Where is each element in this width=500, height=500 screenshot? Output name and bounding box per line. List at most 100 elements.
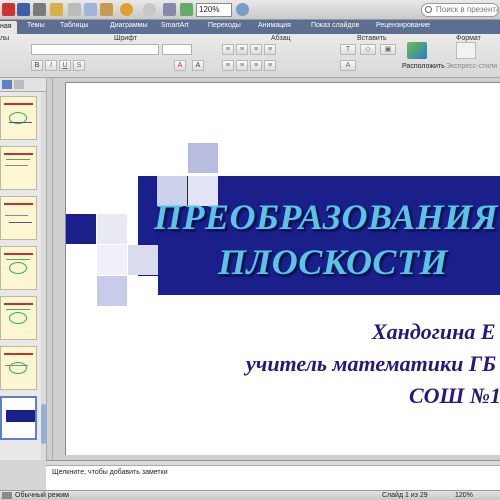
view-switcher — [0, 78, 46, 92]
status-bar: Обычный режим Слайд 1 из 29 120% — [0, 490, 500, 500]
zoom-select[interactable]: 120% — [196, 3, 232, 17]
quick-styles-icon[interactable] — [456, 42, 476, 59]
undo-icon[interactable] — [120, 3, 133, 16]
slide-thumbnail[interactable] — [0, 296, 37, 340]
zoom-value: 120% — [199, 5, 220, 14]
numbering-button[interactable]: ≡ — [236, 44, 248, 55]
decor-square — [128, 245, 158, 275]
slide-title-line-2: ПЛОСКОСТИ — [218, 242, 448, 282]
group-label-paragraph: Абзац — [271, 35, 291, 42]
align-center-button[interactable]: ≡ — [236, 60, 248, 71]
decor-square — [97, 245, 127, 275]
author-school: СОШ №1 — [409, 383, 500, 408]
pane-splitter[interactable] — [46, 78, 53, 460]
font-name-field[interactable] — [31, 44, 159, 55]
outline-view-icon[interactable] — [14, 80, 24, 89]
redo-icon[interactable] — [143, 3, 156, 16]
thumb-line — [4, 303, 33, 305]
thumb-line — [6, 309, 30, 310]
align-right-button[interactable]: ≡ — [250, 60, 262, 71]
group-label-insert: Вставить — [357, 35, 387, 42]
thumb-line — [4, 353, 33, 355]
open-icon[interactable] — [50, 3, 63, 16]
wordart-button[interactable]: A — [340, 60, 356, 71]
text-box-button[interactable]: T — [340, 44, 356, 55]
status-zoom[interactable]: 120% — [455, 492, 473, 499]
italic-button[interactable]: I — [45, 60, 57, 71]
thumb-figure — [9, 312, 27, 324]
tab-review[interactable]: Рецензирование — [376, 22, 430, 29]
tab-themes[interactable]: Темы — [27, 22, 45, 29]
media-icon[interactable] — [180, 3, 193, 16]
highlight-button[interactable]: A — [192, 60, 204, 71]
decor-square — [97, 276, 127, 306]
slide-counter: Слайд 1 из 29 — [382, 492, 428, 499]
thumb-line — [5, 215, 28, 216]
group-label-slides: лы — [0, 35, 10, 42]
strikethrough-button[interactable]: S — [73, 60, 85, 71]
tab-animation[interactable]: Анимация — [258, 22, 291, 29]
decor-square — [188, 143, 218, 173]
help-icon[interactable] — [236, 3, 249, 16]
notes-pane[interactable]: Щелкните, чтобы добавить заметки — [46, 460, 500, 490]
slide-thumbnail[interactable] — [0, 146, 37, 190]
thumb-band — [6, 410, 35, 422]
bold-button[interactable]: B — [31, 60, 43, 71]
scissors-icon[interactable] — [68, 3, 81, 16]
tab-slide-show[interactable]: Показ слайдов — [311, 22, 359, 29]
thumb-line — [4, 203, 33, 205]
thumb-line — [5, 165, 28, 166]
tab-smartart[interactable]: SmartArt — [161, 22, 189, 29]
arrange-icon[interactable] — [407, 42, 427, 59]
ribbon-tab-bar: ная Темы Таблицы Диаграммы SmartArt Пере… — [0, 20, 500, 34]
group-label-font: Шрифт — [114, 35, 138, 42]
font-size-field[interactable] — [162, 44, 192, 55]
slide-thumbnail[interactable] — [0, 246, 37, 290]
view-mode-icon[interactable] — [2, 492, 12, 499]
search-input[interactable]: Поиск в презентации — [421, 3, 499, 17]
bullets-button[interactable]: ≡ — [222, 44, 234, 55]
slide-thumbnail[interactable] — [0, 96, 37, 140]
quick-styles-button[interactable]: Экспресс-стили — [446, 63, 497, 70]
slide-thumbnail[interactable] — [0, 196, 37, 240]
slide-canvas[interactable]: ПРЕОБРАЗОВАНИЯ ПЛОСКОСТИ Хандогина Е учи… — [65, 82, 500, 455]
copy-icon[interactable] — [84, 3, 97, 16]
thumb-figure — [9, 362, 27, 374]
tab-transitions[interactable]: Переходы — [208, 22, 241, 29]
align-left-button[interactable]: ≡ — [222, 60, 234, 71]
tab-charts[interactable]: Диаграммы — [110, 22, 148, 29]
indent-increase-button[interactable]: ≡ — [264, 44, 276, 55]
thumb-line — [5, 365, 28, 366]
indent-decrease-button[interactable]: ≡ — [250, 44, 262, 55]
standard-toolbar: 120% Поиск в презентации — [0, 0, 500, 20]
tab-tables[interactable]: Таблицы — [60, 22, 89, 29]
gallery-icon[interactable] — [163, 3, 176, 16]
arrange-button[interactable]: Расположить — [402, 63, 445, 70]
justify-button[interactable]: ≡ — [264, 60, 276, 71]
new-slide-icon[interactable] — [2, 3, 15, 16]
paste-icon[interactable] — [100, 3, 113, 16]
print-icon[interactable] — [33, 3, 46, 16]
underline-button[interactable]: U — [59, 60, 71, 71]
decor-square — [128, 276, 158, 306]
slide-thumbnails-pane — [0, 92, 46, 460]
slide-thumbnail[interactable] — [0, 346, 37, 390]
thumb-line — [4, 103, 33, 105]
shape-button[interactable]: ◇ — [360, 44, 376, 55]
author-position: учитель математики ГБ — [246, 351, 497, 376]
decor-square — [66, 214, 96, 244]
thumb-line — [4, 253, 33, 255]
notes-placeholder: Щелкните, чтобы добавить заметки — [52, 469, 168, 476]
thumb-line — [6, 259, 30, 260]
picture-button[interactable]: ▣ — [380, 44, 396, 55]
ribbon: лы Шрифт Абзац Вставить Формат B I U S A… — [0, 34, 500, 78]
notes-resize-grip[interactable] — [46, 461, 500, 466]
save-icon[interactable] — [17, 3, 30, 16]
slide-title-line-1: ПРЕОБРАЗОВАНИЯ — [154, 197, 499, 237]
tab-home[interactable]: ная — [0, 21, 17, 34]
slide-thumbnail-current[interactable] — [0, 396, 37, 440]
slides-view-icon[interactable] — [2, 80, 12, 89]
search-placeholder: Поиск в презентации — [436, 5, 498, 14]
font-color-button[interactable]: A — [174, 60, 186, 71]
powerpoint-window: 120% Поиск в презентации ная Темы Таблиц… — [0, 0, 500, 500]
